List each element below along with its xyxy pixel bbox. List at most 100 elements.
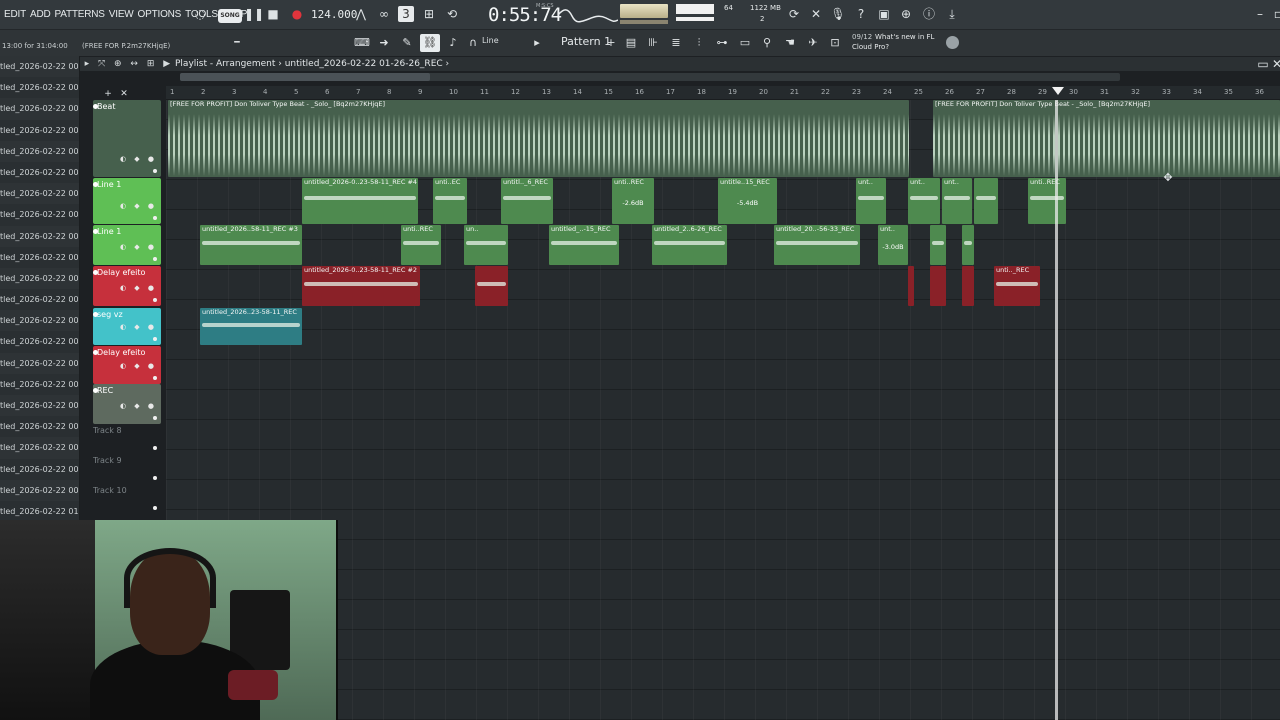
stamp-icon[interactable]: ♪	[446, 36, 460, 50]
master-volume-slider-icon[interactable]: ━	[230, 36, 244, 50]
track-controls-icon[interactable]: ◐ ◆ ●	[120, 284, 157, 292]
add-pattern-icon[interactable]: +	[604, 36, 618, 50]
window-close-icon[interactable]: ▫	[1270, 6, 1280, 22]
clip-line1-6[interactable]: unt..	[856, 178, 886, 224]
clip-line1-2[interactable]: unti..EC	[433, 178, 467, 224]
browser-item[interactable]: tled_2026-02-22 00-	[0, 416, 79, 437]
clip-line1b-9[interactable]	[962, 225, 974, 265]
tempo-display[interactable]: 124.000	[311, 8, 357, 21]
fl-cloud-icon[interactable]	[946, 36, 959, 49]
clip-beat-a[interactable]: [FREE FOR PROFIT] Don Toliver Type Beat …	[168, 100, 909, 177]
browser-item[interactable]: tled_2026-02-22 00-	[0, 225, 79, 247]
menu-patterns[interactable]: PATTERNS	[55, 9, 105, 20]
playlist-close-icon[interactable]: ✕	[1269, 56, 1280, 72]
track-enable-icon[interactable]	[93, 104, 98, 109]
browser-item[interactable]: tled_2026-02-22 00-	[0, 374, 79, 395]
track-controls-icon[interactable]: ◐ ◆ ●	[120, 402, 157, 410]
track-header[interactable]: Track 10	[93, 484, 161, 514]
master-pitch-slider[interactable]	[620, 20, 668, 24]
track-select-led-icon[interactable]	[153, 446, 157, 450]
horizontal-scrollbar[interactable]	[180, 73, 1120, 81]
track-controls-icon[interactable]: ◐ ◆ ●	[120, 243, 157, 251]
browser-item[interactable]: tled_2026-02-22 00-	[0, 352, 79, 374]
stop-icon[interactable]: ■	[265, 6, 281, 22]
clip-delay-4[interactable]	[930, 266, 946, 306]
track-select-led-icon[interactable]	[153, 376, 157, 380]
help-icon[interactable]: ?	[853, 6, 869, 22]
clip-line1-10[interactable]: unti..REC	[1028, 178, 1066, 224]
track-enable-icon[interactable]	[93, 388, 98, 393]
menu-edit[interactable]: EDIT	[4, 9, 26, 20]
clip-line1-1[interactable]: untitled_2026-0..23-58-11_REC #4	[302, 178, 418, 224]
track-enable-icon[interactable]	[93, 270, 98, 275]
track-controls-icon[interactable]: ◐ ◆ ●	[120, 362, 157, 370]
scrollbar-thumb[interactable]	[180, 73, 430, 81]
browser-item[interactable]: tled_2026-02-22 00-	[0, 56, 79, 78]
microphone-icon[interactable]: 🎙	[830, 6, 846, 22]
plugin-picker-icon[interactable]: ⚲	[760, 36, 774, 50]
channel-rack-icon[interactable]: ≣	[669, 36, 683, 50]
news-subtitle[interactable]: Cloud Pro?	[852, 43, 889, 51]
track-enable-icon[interactable]	[93, 312, 98, 317]
playhead-line[interactable]	[1055, 100, 1058, 720]
clip-line1b-5[interactable]: untitled_2..6-26_REC	[652, 225, 727, 265]
mixer-icon[interactable]: ⫶	[692, 36, 706, 50]
info-icon[interactable]: ⓘ	[921, 6, 937, 22]
clip-line1b-4[interactable]: untitled_..-15_REC	[549, 225, 619, 265]
clip-line1b-2[interactable]: unti..REC	[401, 225, 441, 265]
minimize-icon[interactable]: –	[1252, 6, 1268, 22]
track-select-led-icon[interactable]	[153, 476, 157, 480]
track-select-led-icon[interactable]	[153, 257, 157, 261]
track-enable-icon[interactable]	[93, 229, 98, 234]
browser-item[interactable]: tled_2026-02-22 00-	[0, 331, 79, 352]
track-header[interactable]: Line 1 ◐ ◆ ●	[93, 178, 161, 224]
browser-item[interactable]: tled_2026-02-22 00-	[0, 310, 79, 332]
wait-input-icon[interactable]: ∞	[376, 6, 392, 22]
clip-delay-2[interactable]	[475, 266, 508, 306]
browser-item[interactable]: tled_2026-02-22 00-	[0, 140, 79, 162]
browser-item[interactable]: tled_2026-02-22 00-	[0, 162, 79, 183]
track-header[interactable]: REC ◐ ◆ ●	[93, 384, 161, 424]
track-controls-icon[interactable]: ◐ ◆ ●	[120, 155, 157, 163]
timeline-ruler[interactable]: 1 2 3 4 5 6 7 8 9 10 11 12 13 14 15 16 17 18 19 20 21 22 23 24 2…	[166, 86, 1280, 100]
track-header[interactable]: seg vz ◐ ◆ ●	[93, 308, 161, 345]
track-header[interactable]: Track 8	[93, 424, 161, 454]
metronome-icon[interactable]: ⋀	[353, 6, 369, 22]
browser-item[interactable]: tled_2026-02-22 00-	[0, 77, 79, 98]
track-header[interactable]: Beat ◐ ◆ ●	[93, 100, 161, 177]
track-enable-icon[interactable]	[93, 182, 98, 187]
browser-item[interactable]: tled_2026-02-22 00-	[0, 395, 79, 417]
clip-seg-1[interactable]: untitled_2026..23-58-11_REC	[200, 308, 302, 345]
step-edit-icon[interactable]: ⊞	[421, 6, 437, 22]
browser-item[interactable]: tled_2026-02-22 00-	[0, 459, 79, 480]
menu-add[interactable]: ADD	[30, 9, 51, 20]
clip-line1-7[interactable]: unt..	[908, 178, 940, 224]
menu-options[interactable]: OPTIONS	[138, 9, 182, 20]
track-select-led-icon[interactable]	[153, 337, 157, 341]
clip-line1b-6[interactable]: untitled_20..-56-33_REC	[774, 225, 860, 265]
track-header[interactable]: Delay efeito ◐ ◆ ●	[93, 346, 161, 384]
piano-roll-window-icon[interactable]: ⊪	[646, 36, 660, 50]
playhead-marker[interactable]	[1052, 87, 1064, 95]
clip-line1b-8[interactable]	[930, 225, 946, 265]
piano-roll-icon[interactable]: ⌨	[354, 36, 370, 50]
clip-line1b-3[interactable]: un..	[464, 225, 508, 265]
download-icon[interactable]: ⤓	[944, 6, 960, 22]
snap-selector[interactable]: Line	[482, 36, 499, 45]
clip-delay-5[interactable]	[962, 266, 974, 306]
track-select-led-icon[interactable]	[153, 216, 157, 220]
clip-delay-6[interactable]: unti.._REC	[994, 266, 1040, 306]
menu-view[interactable]: VIEW	[109, 9, 134, 20]
clip-line1-9[interactable]	[974, 178, 998, 224]
browser-item[interactable]: tled_2026-02-22 00-	[0, 267, 79, 290]
browser-item[interactable]: tled_2026-02-22 00-	[0, 183, 79, 205]
clip-beat-b[interactable]: [FREE FOR PROFIT] Don Toliver Type Beat …	[933, 100, 1280, 177]
track-controls-icon[interactable]: ◐ ◆ ●	[120, 202, 157, 210]
track-header[interactable]: Track 9	[93, 454, 161, 484]
touch-icon[interactable]: ☚	[783, 36, 797, 50]
track-controls-icon[interactable]: ◐ ◆ ●	[120, 323, 157, 331]
clip-delay-3[interactable]	[908, 266, 914, 306]
shop-icon[interactable]: ⊡	[828, 36, 842, 50]
loop-record-icon[interactable]: ⟲	[444, 6, 460, 22]
countdown-icon[interactable]: 3	[398, 6, 414, 22]
